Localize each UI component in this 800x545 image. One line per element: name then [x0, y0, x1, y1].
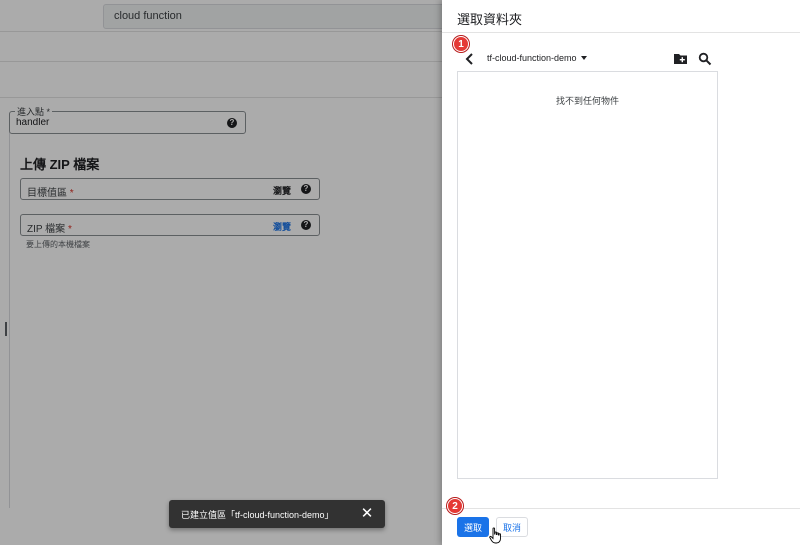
close-icon[interactable]: ✕	[359, 506, 375, 522]
current-folder-label: tf-cloud-function-demo	[487, 53, 577, 63]
panel-title: 選取資料夾	[457, 12, 523, 27]
annotation-badge-1: 1	[453, 36, 469, 52]
snackbar: 已建立值區「tf-cloud-function-demo」 ✕	[169, 500, 385, 528]
panel-divider	[442, 32, 800, 33]
back-arrow-icon[interactable]	[463, 52, 477, 66]
hand-cursor-icon	[489, 527, 501, 544]
panel-footer-divider	[442, 508, 800, 509]
select-button[interactable]: 選取	[457, 517, 489, 537]
search-icon[interactable]	[698, 52, 712, 66]
folder-dropdown[interactable]: tf-cloud-function-demo	[487, 53, 587, 65]
annotation-badge-2: 2	[447, 498, 463, 514]
snackbar-message: 已建立值區「tf-cloud-function-demo」	[181, 510, 334, 520]
folder-list[interactable]: 找不到任何物件	[457, 71, 718, 479]
empty-message: 找不到任何物件	[555, 96, 619, 106]
select-folder-panel: 選取資料夾 1 tf-cloud-function-demo 找不到任何物件 2…	[442, 0, 800, 545]
dropdown-caret-icon	[580, 56, 587, 60]
new-folder-icon[interactable]	[673, 52, 688, 65]
